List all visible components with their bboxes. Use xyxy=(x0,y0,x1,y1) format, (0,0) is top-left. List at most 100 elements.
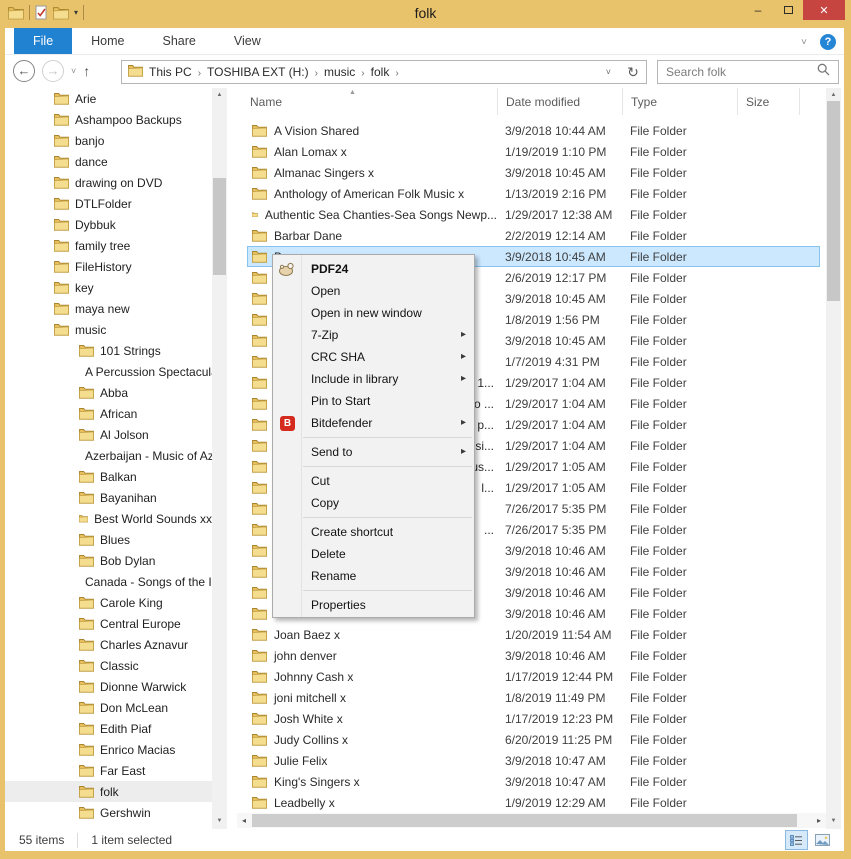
file-row[interactable]: King's Singers x3/9/2018 10:47 AMFile Fo… xyxy=(247,771,820,792)
sidebar-item-music[interactable]: music xyxy=(5,319,212,340)
sidebar-item-bayanihan[interactable]: Bayanihan xyxy=(5,487,212,508)
tab-home[interactable]: Home xyxy=(72,28,143,54)
sidebar-item-banjo[interactable]: banjo xyxy=(5,130,212,151)
column-header-name[interactable]: Name ▲ xyxy=(237,88,497,115)
tab-view[interactable]: View xyxy=(215,28,280,54)
details-view-button[interactable] xyxy=(786,831,807,849)
sidebar-item-enrico-macias[interactable]: Enrico Macias xyxy=(5,739,212,760)
sidebar-item-maya-new[interactable]: maya new xyxy=(5,298,212,319)
menu-item-pdf24[interactable]: PDF24 xyxy=(273,258,474,280)
scroll-down-button[interactable]: ▼ xyxy=(826,814,841,829)
tab-share[interactable]: Share xyxy=(144,28,215,54)
scrollbar-thumb[interactable] xyxy=(827,101,840,301)
file-row[interactable]: Almanac Singers x3/9/2018 10:45 AMFile F… xyxy=(247,162,820,183)
sidebar-item-far-east[interactable]: Far East xyxy=(5,760,212,781)
menu-item-properties[interactable]: Properties xyxy=(273,594,474,616)
sidebar-item-101-strings[interactable]: 101 Strings xyxy=(5,340,212,361)
menu-item-rename[interactable]: Rename xyxy=(273,565,474,587)
address-dropdown-button[interactable]: ˅ xyxy=(597,67,620,77)
sidebar-scrollbar[interactable]: ▲ ▼ xyxy=(212,88,227,829)
file-row[interactable]: Josh White x1/17/2019 12:23 PMFile Folde… xyxy=(247,708,820,729)
file-row[interactable]: Leadbelly x1/9/2019 12:29 AMFile Folder xyxy=(247,792,820,813)
menu-item-cut[interactable]: Cut xyxy=(273,470,474,492)
close-button[interactable]: ✕ xyxy=(803,0,845,20)
menu-item-pin-to-start[interactable]: Pin to Start xyxy=(273,390,474,412)
file-row[interactable]: Alan Lomax x1/19/2019 1:10 PMFile Folder xyxy=(247,141,820,162)
column-header-type[interactable]: Type xyxy=(622,88,737,115)
sidebar-item-best-world-sounds-xx[interactable]: Best World Sounds xx xyxy=(5,508,212,529)
menu-item-7-zip[interactable]: 7-Zip▸ xyxy=(273,324,474,346)
file-list-scrollbar[interactable]: ▲ ▼ xyxy=(826,88,841,829)
sidebar-item-bob-dylan[interactable]: Bob Dylan xyxy=(5,550,212,571)
sidebar-item-canada-songs-of-the-in[interactable]: Canada - Songs of the In xyxy=(5,571,212,592)
sidebar-item-balkan[interactable]: Balkan xyxy=(5,466,212,487)
sidebar-item-dance[interactable]: dance xyxy=(5,151,212,172)
menu-item-create-shortcut[interactable]: Create shortcut xyxy=(273,521,474,543)
scroll-down-button[interactable]: ▼ xyxy=(212,814,227,829)
up-button[interactable]: ↑ xyxy=(83,63,90,79)
sidebar-item-ashampoo-backups[interactable]: Ashampoo Backups xyxy=(5,109,212,130)
sidebar-item-key[interactable]: key xyxy=(5,277,212,298)
sidebar-item-blues[interactable]: Blues xyxy=(5,529,212,550)
address-bar[interactable]: This PC›TOSHIBA EXT (H:)›music›folk› ˅ xyxy=(121,60,621,84)
sidebar-item-charles-aznavur[interactable]: Charles Aznavur xyxy=(5,634,212,655)
recent-locations-button[interactable]: ˅ xyxy=(71,66,76,76)
sidebar-item-edith-piaf[interactable]: Edith Piaf xyxy=(5,718,212,739)
minimize-button[interactable]: – xyxy=(743,0,773,20)
sidebar-item-dtlfolder[interactable]: DTLFolder xyxy=(5,193,212,214)
search-input[interactable] xyxy=(666,65,817,79)
breadcrumb-item[interactable]: music xyxy=(318,65,361,79)
file-row[interactable]: A Vision Shared3/9/2018 10:44 AMFile Fol… xyxy=(247,120,820,141)
sidebar-item-gershwin[interactable]: Gershwin xyxy=(5,802,212,823)
file-row[interactable]: Anthology of American Folk Music x1/13/2… xyxy=(247,183,820,204)
menu-item-open[interactable]: Open xyxy=(273,280,474,302)
menu-item-bitdefender[interactable]: BBitdefender▸ xyxy=(273,412,474,434)
sidebar-item-arie[interactable]: Arie xyxy=(5,88,212,109)
column-header-date-modified[interactable]: Date modified xyxy=(497,88,622,115)
scroll-up-button[interactable]: ▲ xyxy=(212,88,227,103)
column-header-size[interactable]: Size xyxy=(737,88,800,115)
back-button[interactable]: ← xyxy=(13,60,35,82)
file-row[interactable]: john denver3/9/2018 10:46 AMFile Folder xyxy=(247,645,820,666)
sidebar-item-filehistory[interactable]: FileHistory xyxy=(5,256,212,277)
menu-item-open-in-new-window[interactable]: Open in new window xyxy=(273,302,474,324)
sidebar-item-family-tree[interactable]: family tree xyxy=(5,235,212,256)
menu-item-delete[interactable]: Delete xyxy=(273,543,474,565)
sidebar-item-carole-king[interactable]: Carole King xyxy=(5,592,212,613)
sidebar-item-a-percussion-spectacula[interactable]: A Percussion Spectacula xyxy=(5,361,212,382)
file-row[interactable]: Joan Baez x1/20/2019 11:54 AMFile Folder xyxy=(247,624,820,645)
sidebar-item-dionne-warwick[interactable]: Dionne Warwick xyxy=(5,676,212,697)
sidebar-item-drawing-on-dvd[interactable]: drawing on DVD xyxy=(5,172,212,193)
forward-button[interactable]: → xyxy=(42,60,64,82)
menu-item-copy[interactable]: Copy xyxy=(273,492,474,514)
maximize-button[interactable] xyxy=(773,0,803,20)
sidebar-item-folk[interactable]: folk xyxy=(5,781,212,802)
scroll-right-button[interactable]: ▸ xyxy=(812,813,826,828)
thumbnails-view-button[interactable] xyxy=(812,831,833,849)
sidebar-item-abba[interactable]: Abba xyxy=(5,382,212,403)
scroll-left-button[interactable]: ◂ xyxy=(237,813,251,828)
file-row[interactable]: joni mitchell x1/8/2019 11:49 PMFile Fol… xyxy=(247,687,820,708)
menu-item-crc-sha[interactable]: CRC SHA▸ xyxy=(273,346,474,368)
menu-item-send-to[interactable]: Send to▸ xyxy=(273,441,474,463)
scrollbar-thumb[interactable] xyxy=(213,178,226,275)
menu-item-include-in-library[interactable]: Include in library▸ xyxy=(273,368,474,390)
file-row[interactable]: Judy Collins x6/20/2019 11:25 PMFile Fol… xyxy=(247,729,820,750)
file-row[interactable]: Johnny Cash x1/17/2019 12:44 PMFile Fold… xyxy=(247,666,820,687)
horizontal-scrollbar[interactable]: ◂ ▸ xyxy=(237,813,826,828)
sidebar-item-african[interactable]: African xyxy=(5,403,212,424)
scrollbar-thumb[interactable] xyxy=(252,814,797,827)
help-button[interactable]: ? xyxy=(820,34,836,50)
breadcrumb-separator-icon[interactable]: › xyxy=(395,68,398,79)
refresh-button[interactable]: ↻ xyxy=(620,60,647,84)
sidebar-item-don-mclean[interactable]: Don McLean xyxy=(5,697,212,718)
ribbon-collapse-button[interactable]: ˅ xyxy=(801,37,807,48)
breadcrumb-item[interactable]: folk xyxy=(365,65,396,79)
sidebar-item-classic[interactable]: Classic xyxy=(5,655,212,676)
sidebar-item-al-jolson[interactable]: Al Jolson xyxy=(5,424,212,445)
file-row[interactable]: Authentic Sea Chanties-Sea Songs Newp...… xyxy=(247,204,820,225)
file-row[interactable]: Julie Felix3/9/2018 10:47 AMFile Folder xyxy=(247,750,820,771)
breadcrumb-item[interactable]: This PC xyxy=(143,65,198,79)
tab-file[interactable]: File xyxy=(14,28,72,54)
file-row[interactable]: Barbar Dane2/2/2019 12:14 AMFile Folder xyxy=(247,225,820,246)
